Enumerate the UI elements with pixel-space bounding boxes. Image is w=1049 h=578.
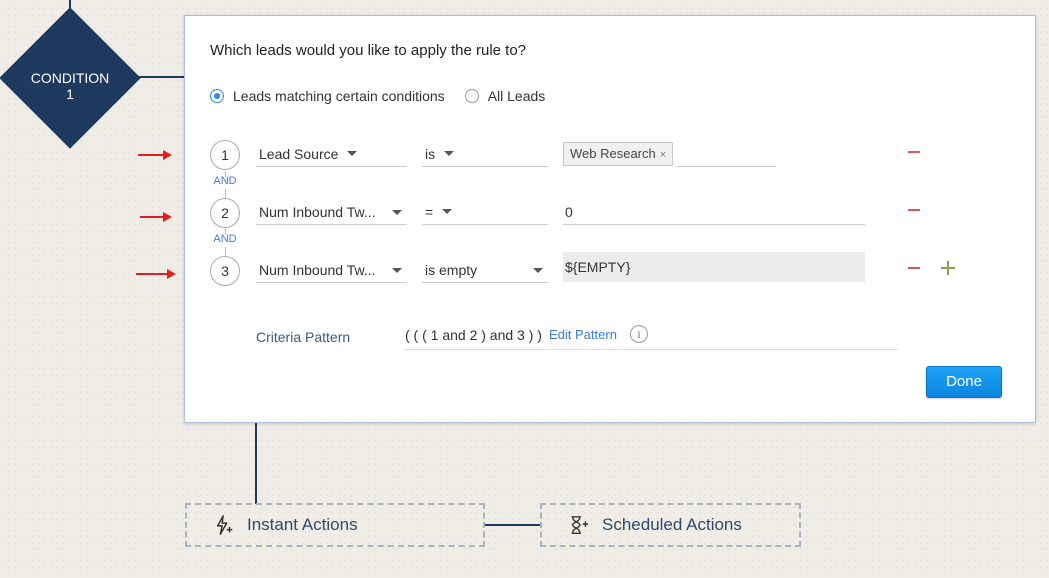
- chevron-down-icon: [392, 210, 402, 215]
- remove-row-2-icon[interactable]: [908, 209, 920, 211]
- operator-select-value: is: [425, 146, 436, 162]
- edit-pattern-link[interactable]: Edit Pattern: [549, 327, 617, 342]
- condition-row-number: 2: [210, 198, 240, 228]
- flow-connector-actions: [485, 524, 541, 526]
- chevron-down-icon: [392, 268, 402, 273]
- remove-row-3-icon[interactable]: [908, 267, 920, 269]
- value-input-row-3: ${EMPTY}: [563, 252, 865, 282]
- field-select-value: Lead Source: [259, 146, 339, 162]
- radio-matching-label: Leads matching certain conditions: [233, 88, 445, 104]
- annotation-arrow-row-2: [140, 212, 172, 222]
- condition-node-title: CONDITION: [30, 70, 110, 86]
- and-connector-label: AND: [213, 175, 237, 187]
- scheduled-actions-box[interactable]: Scheduled Actions: [540, 503, 801, 547]
- instant-actions-box[interactable]: Instant Actions: [185, 503, 485, 547]
- annotation-arrow-row-1: [138, 150, 172, 160]
- field-select-value: Num Inbound Tw...: [259, 262, 376, 278]
- criteria-pattern-label: Criteria Pattern: [256, 329, 351, 345]
- flow-connector-down: [255, 423, 257, 504]
- field-select-row-3[interactable]: Num Inbound Tw...: [256, 259, 407, 283]
- condition-row-number: 3: [210, 256, 240, 286]
- lead-scope-radio-group: Leads matching certain conditions All Le…: [210, 88, 565, 104]
- condition-node-label: CONDITION 1: [10, 70, 130, 102]
- chevron-down-icon: [347, 150, 358, 156]
- operator-select-row-1[interactable]: is: [422, 143, 548, 167]
- operator-select-row-3[interactable]: is empty: [422, 259, 548, 283]
- done-button[interactable]: Done: [926, 366, 1002, 398]
- chevron-down-icon: [533, 268, 543, 273]
- scheduled-actions-label: Scheduled Actions: [602, 515, 742, 534]
- value-input-row-2[interactable]: 0: [563, 201, 865, 225]
- chevron-down-icon: [444, 150, 455, 156]
- rule-condition-panel: Which leads would you like to apply the …: [184, 15, 1036, 423]
- radio-matching-conditions[interactable]: [210, 89, 224, 103]
- condition-node-number: 1: [66, 86, 74, 102]
- field-select-value: Num Inbound Tw...: [259, 204, 376, 220]
- condition-row-number: 1: [210, 140, 240, 170]
- radio-all-leads-label: All Leads: [487, 88, 546, 104]
- value-input-row-1[interactable]: [676, 143, 776, 167]
- radio-option-all-leads[interactable]: All Leads: [464, 88, 546, 104]
- field-select-row-2[interactable]: Num Inbound Tw...: [256, 201, 407, 225]
- close-icon[interactable]: ×: [660, 149, 666, 161]
- panel-question: Which leads would you like to apply the …: [210, 42, 527, 59]
- radio-option-matching[interactable]: Leads matching certain conditions: [210, 88, 445, 104]
- remove-row-1-icon[interactable]: [908, 151, 920, 153]
- field-select-row-1[interactable]: Lead Source: [256, 143, 407, 167]
- annotation-arrow-row-3: [136, 269, 176, 279]
- value-chip: Web Research ×: [563, 142, 674, 166]
- chevron-down-icon: [442, 208, 453, 214]
- value-chip-label: Web Research: [570, 146, 656, 161]
- instant-actions-label: Instant Actions: [247, 515, 358, 534]
- operator-select-value: =: [425, 204, 434, 220]
- info-icon[interactable]: i: [630, 325, 648, 343]
- criteria-pattern-value: ( ( ( 1 and 2 ) and 3 ) ): [405, 327, 542, 343]
- lightning-plus-icon: [216, 515, 233, 535]
- hourglass-plus-icon: [571, 516, 589, 534]
- operator-select-row-2[interactable]: =: [422, 201, 548, 225]
- and-connector-label: AND: [213, 233, 237, 245]
- criteria-divider: [404, 349, 898, 350]
- add-condition-icon[interactable]: [941, 261, 955, 275]
- radio-all-leads[interactable]: [464, 89, 479, 103]
- operator-select-value: is empty: [425, 262, 478, 278]
